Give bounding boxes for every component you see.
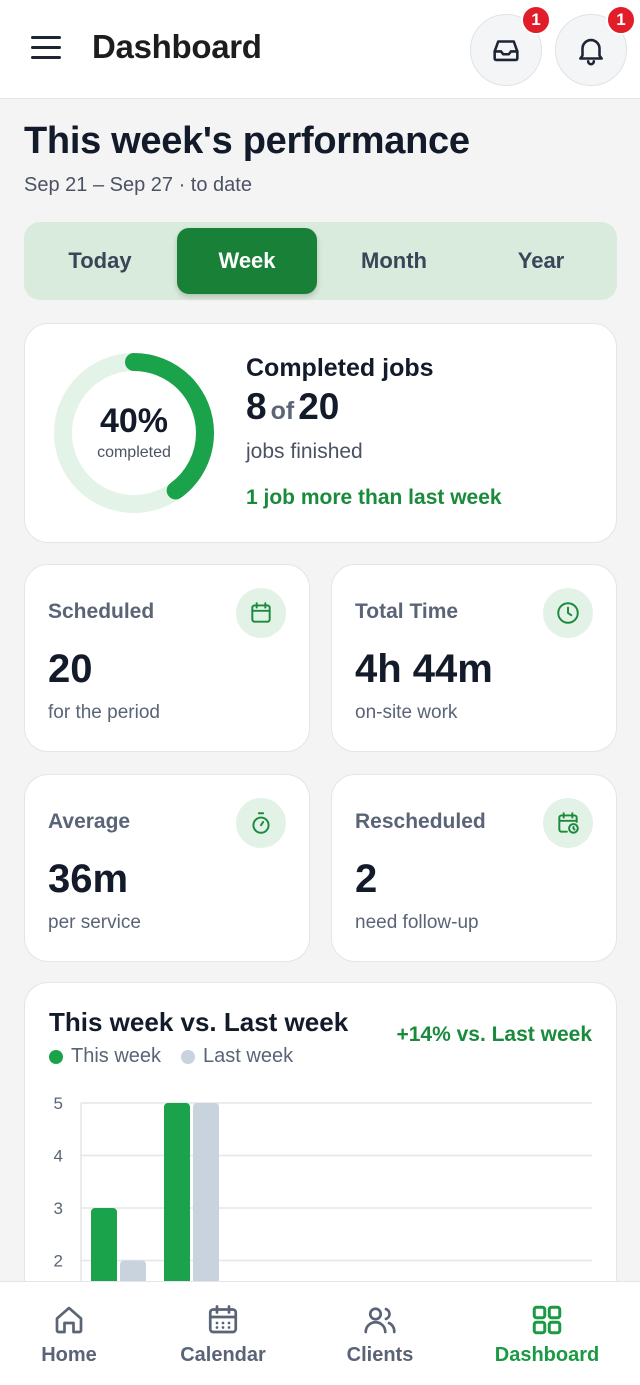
stat-value: 2 — [355, 857, 378, 901]
notifications-button[interactable]: 1 — [555, 5, 636, 86]
inbox-icon — [493, 40, 519, 62]
nav-label-clients: Clients — [346, 1344, 414, 1366]
header-title: Dashboard — [92, 28, 262, 65]
app-header: Dashboard 1 1 — [0, 0, 640, 99]
notifications-badge: 1 — [606, 5, 636, 35]
y-tick-label: 5 — [54, 1094, 63, 1113]
dashboard-icon — [532, 1305, 562, 1335]
completed-description: jobs finished — [246, 440, 363, 463]
stat-note: need follow-up — [355, 912, 479, 933]
bar-chart: 5 4 3 2 — [54, 1094, 592, 1283]
nav-label-home: Home — [41, 1344, 97, 1366]
stat-note: per service — [48, 912, 141, 933]
stat-note: for the period — [48, 702, 160, 723]
calendar-icon — [208, 1305, 238, 1334]
stat-card-scheduled: Scheduled 20 for the period — [24, 564, 310, 752]
y-tick-label: 2 — [54, 1252, 63, 1271]
stat-value: 36m — [48, 857, 129, 901]
completed-total: 20 — [298, 386, 340, 427]
stat-label: Rescheduled — [355, 810, 486, 833]
completed-of: of — [270, 397, 295, 425]
users-icon — [364, 1307, 396, 1334]
stat-note: on-site work — [355, 702, 458, 723]
completed-count: 8 of 20 — [246, 386, 339, 428]
completed-done: 8 — [246, 386, 267, 427]
date-range: Sep 21 – Sep 27 · to date — [24, 174, 252, 196]
nav-item-dashboard[interactable]: Dashboard — [467, 1282, 627, 1385]
stat-label: Scheduled — [48, 600, 155, 623]
tab-today[interactable]: Today — [30, 228, 170, 294]
chart-legend: This week Last week — [49, 1045, 293, 1068]
stat-label: Average — [48, 810, 131, 833]
stat-card-total-time: Total Time 4h 44m on-site work — [331, 564, 617, 752]
clock-icon — [557, 602, 579, 624]
y-tick-label: 3 — [54, 1199, 63, 1218]
nav-label-dashboard: Dashboard — [494, 1344, 600, 1366]
bar-this-week — [164, 1103, 190, 1283]
nav-item-home[interactable]: Home — [0, 1282, 149, 1385]
nav-label-calendar: Calendar — [180, 1344, 266, 1366]
calendar-clock-icon — [558, 812, 579, 834]
comparison-chart-card: This week vs. Last week +14% vs. Last we… — [24, 982, 617, 1322]
page-title: This week's performance — [24, 120, 470, 162]
stat-card-rescheduled: Rescheduled 2 need follow-up — [331, 774, 617, 962]
period-tabs: Today Week Month Year — [24, 222, 617, 300]
tab-week[interactable]: Week — [177, 228, 317, 294]
bell-icon — [579, 38, 603, 66]
nav-item-calendar[interactable]: Calendar — [143, 1282, 303, 1385]
completed-trend: 1 job more than last week — [246, 486, 502, 509]
stat-value: 4h 44m — [355, 647, 493, 691]
completion-percent: 40% — [99, 402, 169, 440]
stopwatch-icon — [252, 812, 270, 834]
bar-last-week — [193, 1103, 219, 1283]
nav-item-clients[interactable]: Clients — [300, 1282, 460, 1385]
bar-this-week — [91, 1208, 117, 1283]
legend-item-this-week: This week — [49, 1045, 161, 1068]
legend-item-last-week: Last week — [181, 1045, 293, 1068]
legend-dot-this-week — [49, 1049, 63, 1064]
completion-caption: completed — [97, 444, 171, 461]
chart-title: This week vs. Last week — [49, 1007, 349, 1037]
chart-trend: +14% vs. Last week — [396, 1023, 592, 1046]
inbox-button[interactable]: 1 — [470, 5, 551, 86]
home-icon — [55, 1306, 83, 1334]
bar-last-week — [120, 1260, 146, 1283]
bottom-nav: Home Calendar Clients Dashboard — [0, 1281, 640, 1385]
stat-value: 20 — [48, 647, 93, 691]
legend-label-this-week: This week — [71, 1045, 162, 1067]
completed-jobs-card: 40% completed Completed jobs 8 of 20 jobs … — [24, 323, 617, 543]
legend-dot-last-week — [181, 1049, 196, 1064]
hamburger-icon — [31, 36, 61, 39]
inbox-badge: 1 — [521, 5, 551, 35]
legend-label-last-week: Last week — [203, 1045, 294, 1067]
calendar-icon — [251, 602, 271, 623]
stat-label: Total Time — [355, 600, 459, 623]
stat-card-average: Average 36m per service — [24, 774, 310, 962]
tab-month[interactable]: Month — [324, 228, 464, 294]
y-tick-label: 4 — [54, 1147, 63, 1166]
tab-year[interactable]: Year — [471, 228, 611, 294]
menu-button[interactable] — [28, 32, 64, 64]
completed-jobs-title: Completed jobs — [246, 354, 434, 382]
